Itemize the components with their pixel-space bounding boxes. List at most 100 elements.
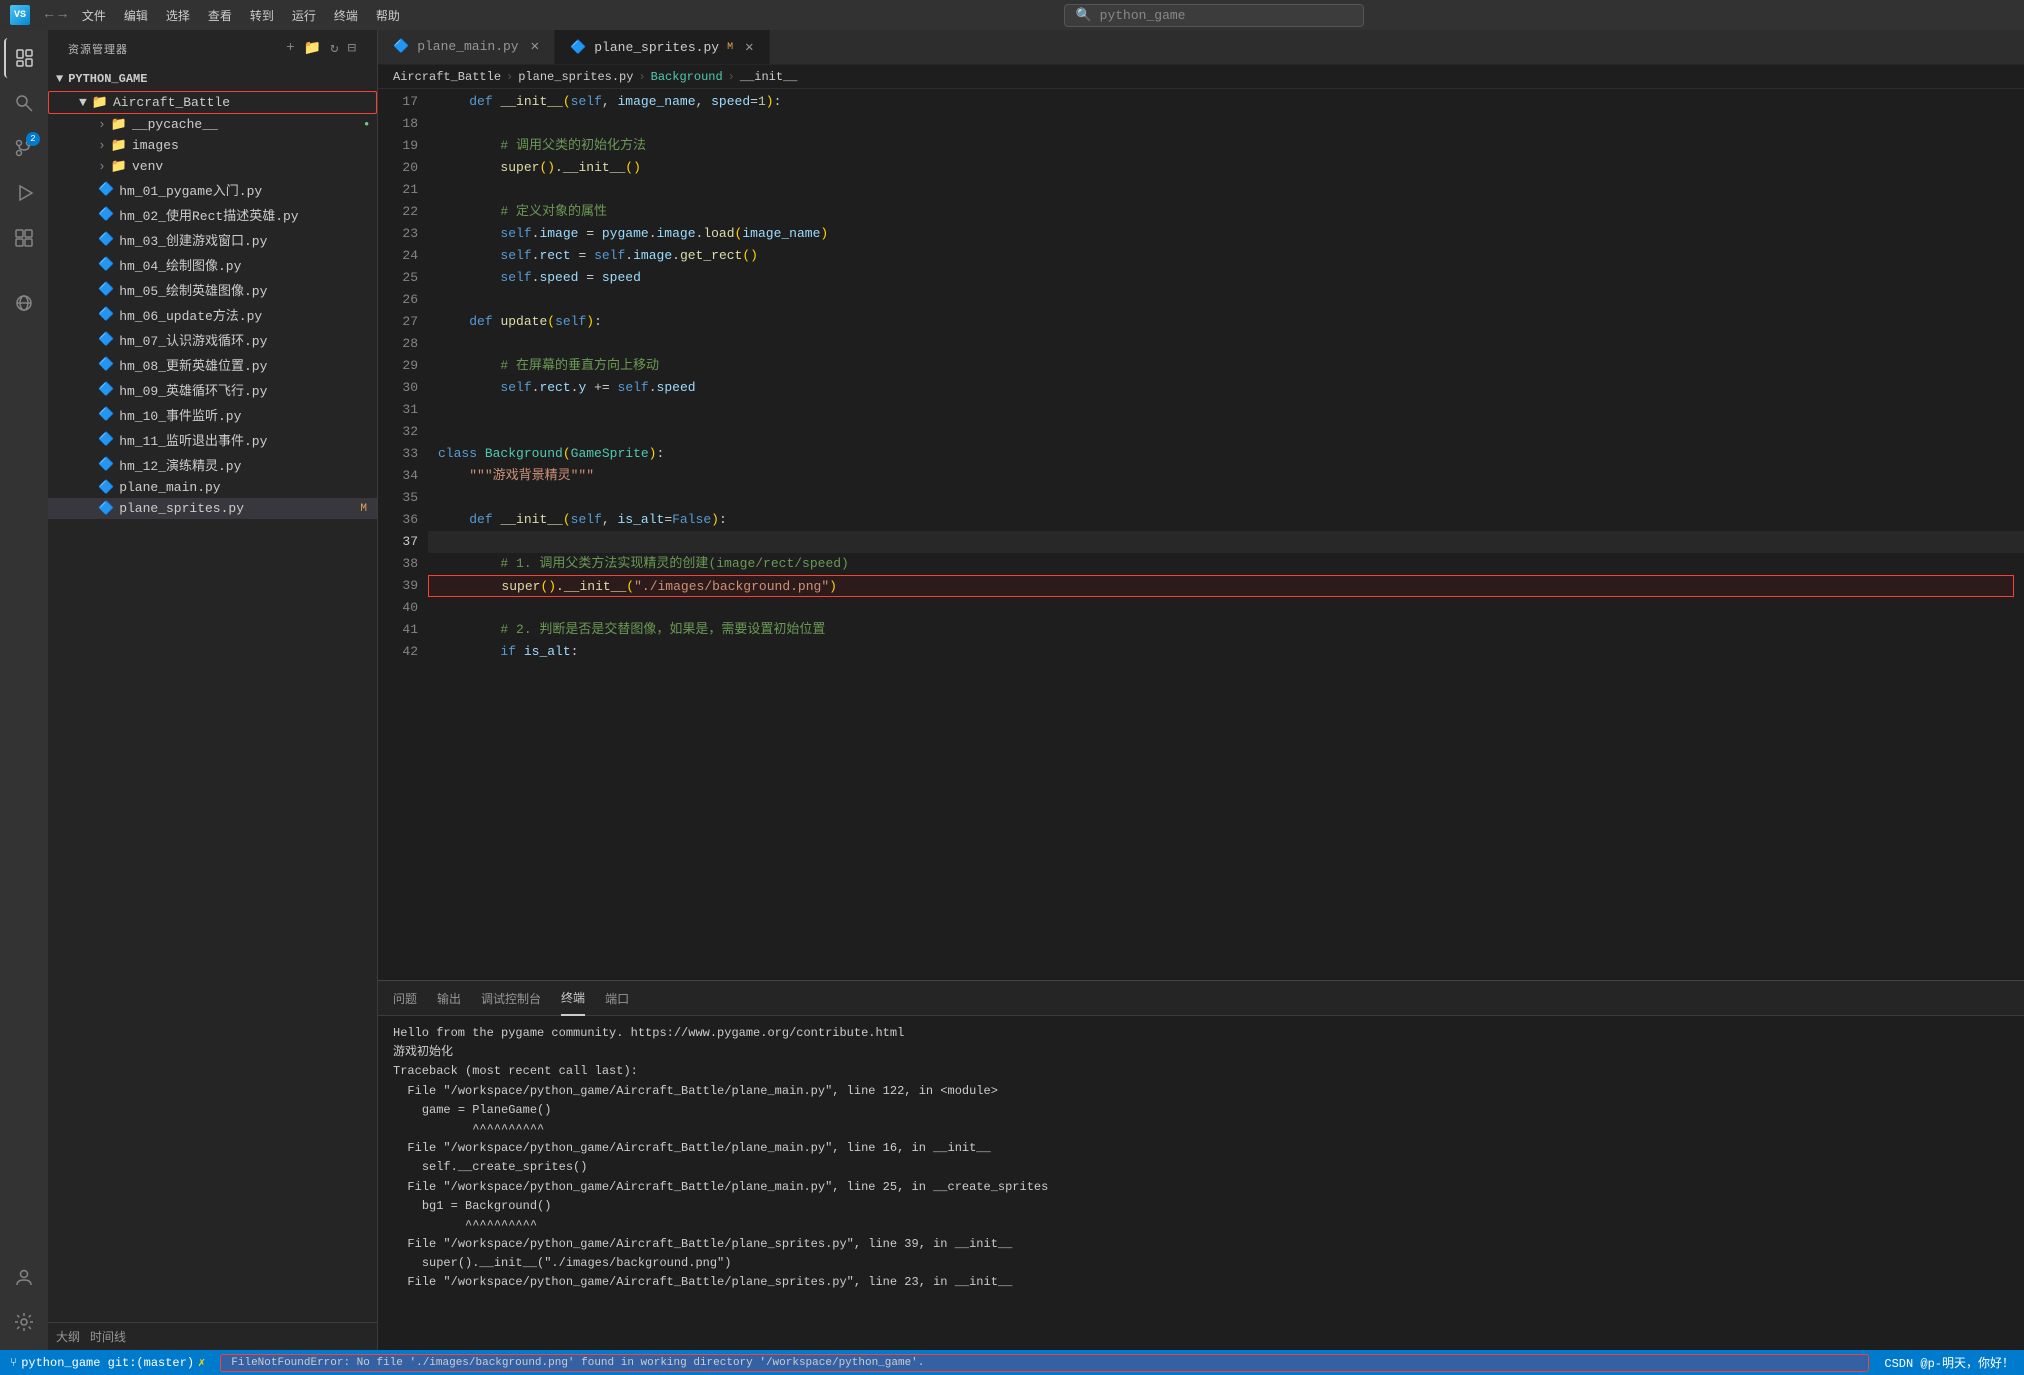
tree-folder-images[interactable]: › 📁 images (48, 135, 377, 156)
tab-plane-sprites[interactable]: 🔷 plane_sprites.py M ✕ (555, 30, 769, 64)
ln-21: 21 (378, 179, 418, 201)
menu-goto[interactable]: 转到 (250, 7, 274, 24)
panel-tab-terminal[interactable]: 终端 (561, 981, 585, 1016)
menu-run[interactable]: 运行 (292, 7, 316, 24)
tree-file-hm10[interactable]: 🔷 hm_10_事件监听.py (48, 402, 377, 427)
csdn-label: CSDN @p-明天，你好！ (1884, 1354, 2014, 1371)
ln-37: 37 (378, 531, 418, 553)
code-editor[interactable]: 17 18 19 20 21 22 23 24 25 26 27 28 29 3… (378, 89, 2024, 980)
menu-edit[interactable]: 编辑 (124, 7, 148, 24)
terminal-line-0: Hello from the pygame community. https:/… (393, 1024, 2009, 1043)
tab-plane-main-close[interactable]: ✕ (531, 38, 539, 55)
python-icon-8: 🔷 (98, 357, 114, 372)
tree-file-hm08[interactable]: 🔷 hm_08_更新英雄位置.py (48, 352, 377, 377)
menu-help[interactable]: 帮助 (376, 7, 400, 24)
outline-link[interactable]: 大纲 (56, 1328, 80, 1345)
new-file-icon[interactable]: + (286, 40, 295, 57)
code-line-28 (428, 333, 2024, 355)
tree-file-hm01[interactable]: 🔷 hm_01_pygame入门.py (48, 177, 377, 202)
file-label-hm07: hm_07_认识游戏循环.py (119, 330, 267, 349)
tree-folder-venv[interactable]: › 📁 venv (48, 156, 377, 177)
code-line-40 (428, 597, 2024, 619)
tree-file-hm05[interactable]: 🔷 hm_05_绘制英雄图像.py (48, 277, 377, 302)
ln-30: 30 (378, 377, 418, 399)
tree-file-hm07[interactable]: 🔷 hm_07_认识游戏循环.py (48, 327, 377, 352)
terminal-content[interactable]: Hello from the pygame community. https:/… (378, 1016, 2024, 1350)
tree-root-python-game[interactable]: ▼ PYTHON_GAME (48, 67, 377, 91)
tree-file-hm03[interactable]: 🔷 hm_03_创建游戏窗口.py (48, 227, 377, 252)
tree-file-plane-sprites[interactable]: 🔷 plane_sprites.py M (48, 498, 377, 519)
tree-file-hm09[interactable]: 🔷 hm_09_英雄循环飞行.py (48, 377, 377, 402)
tree-file-plane-main[interactable]: 🔷 plane_main.py (48, 477, 377, 498)
tree-folder-pycache[interactable]: › 📁 __pycache__ ● (48, 114, 377, 135)
tree-file-hm02[interactable]: 🔷 hm_02_使用Rect描述英雄.py (48, 202, 377, 227)
refresh-icon[interactable]: ↻ (330, 40, 339, 57)
timeline-link[interactable]: 时间线 (90, 1328, 126, 1345)
activity-source-control[interactable]: 2 (4, 128, 44, 168)
line-numbers: 17 18 19 20 21 22 23 24 25 26 27 28 29 3… (378, 89, 428, 980)
activity-debug[interactable] (4, 173, 44, 213)
tree-file-hm06[interactable]: 🔷 hm_06_update方法.py (48, 302, 377, 327)
file-label-hm06: hm_06_update方法.py (119, 305, 262, 324)
python-icon-1: 🔷 (98, 182, 114, 197)
tree-folder-aircraft-battle[interactable]: ▼ 📁 Aircraft_Battle (48, 91, 377, 114)
breadcrumb-item-2[interactable]: Background (651, 70, 723, 84)
terminal-line-4: game = PlaneGame() (393, 1101, 2009, 1120)
panel-tab-ports[interactable]: 端口 (605, 982, 629, 1015)
activity-accounts[interactable] (4, 1257, 44, 1297)
ln-18: 18 (378, 113, 418, 135)
folder-icon3: 📁 (111, 138, 127, 153)
code-line-22: # 定义对象的属性 (428, 201, 2024, 223)
folder-icon: 📁 (92, 95, 108, 110)
tab-plane-main[interactable]: 🔷 plane_main.py ✕ (378, 30, 555, 64)
file-modified-badge: M (360, 503, 367, 515)
folder-label3: images (132, 138, 179, 153)
activity-extensions[interactable] (4, 218, 44, 258)
ln-19: 19 (378, 135, 418, 157)
menu-terminal[interactable]: 终端 (334, 7, 358, 24)
tree-file-hm12[interactable]: 🔷 hm_12_演练精灵.py (48, 452, 377, 477)
code-line-36: def __init__(self, is_alt=False): (428, 509, 2024, 531)
code-line-27: def update(self): (428, 311, 2024, 333)
activity-remote[interactable] (4, 283, 44, 323)
activity-explorer[interactable] (4, 38, 44, 78)
statusbar-error-indicator[interactable]: FileNotFoundError: No file './images/bac… (220, 1354, 1869, 1372)
activity-settings[interactable] (4, 1302, 44, 1342)
terminal-line-11: File "/workspace/python_game/Aircraft_Ba… (393, 1235, 2009, 1254)
panel-tab-problems[interactable]: 问题 (393, 982, 417, 1015)
search-bar[interactable]: 🔍 python_game (1064, 4, 1364, 27)
terminal-line-1: 游戏初始化 (393, 1043, 2009, 1062)
terminal-line-7: self.__create_sprites() (393, 1158, 2009, 1177)
breadcrumb-item-1[interactable]: plane_sprites.py (518, 70, 633, 84)
python-icon-3: 🔷 (98, 232, 114, 247)
breadcrumb-item-0[interactable]: Aircraft_Battle (393, 70, 501, 84)
panel-tab-debug[interactable]: 调试控制台 (481, 982, 541, 1015)
code-line-39: super().__init__("./images/background.pn… (428, 575, 2014, 597)
nav-forward[interactable]: → (58, 7, 66, 23)
ln-38: 38 (378, 553, 418, 575)
python-icon-11: 🔷 (98, 432, 114, 447)
activity-search[interactable] (4, 83, 44, 123)
ln-20: 20 (378, 157, 418, 179)
menu-file[interactable]: 文件 (82, 7, 106, 24)
menu-select[interactable]: 选择 (166, 7, 190, 24)
new-folder-icon[interactable]: 📁 (304, 40, 322, 57)
nav-back[interactable]: ← (45, 7, 53, 23)
tab-plane-sprites-close[interactable]: ✕ (745, 39, 753, 56)
menu-view[interactable]: 查看 (208, 7, 232, 24)
code-line-38: # 1. 调用父类方法实现精灵的创建(image/rect/speed) (428, 553, 2024, 575)
git-x-label: ✗ (198, 1355, 205, 1370)
statusbar-git[interactable]: ⑂ python_game git:(master) ✗ (10, 1355, 205, 1370)
code-content[interactable]: def __init__(self, image_name, speed=1):… (428, 89, 2024, 980)
tree-file-hm04[interactable]: 🔷 hm_04_绘制图像.py (48, 252, 377, 277)
panel-tab-output[interactable]: 输出 (437, 982, 461, 1015)
folder-arrow-icon3: › (98, 138, 106, 153)
source-control-badge: 2 (26, 132, 40, 146)
ln-29: 29 (378, 355, 418, 377)
tree-file-hm11[interactable]: 🔷 hm_11_监听退出事件.py (48, 427, 377, 452)
sidebar-actions: + 📁 ↻ ⊟ (286, 40, 357, 57)
collapse-icon[interactable]: ⊟ (348, 40, 357, 57)
breadcrumb-item-3[interactable]: __init__ (740, 70, 798, 84)
statusbar-csdn[interactable]: CSDN @p-明天，你好！ (1884, 1354, 2014, 1371)
code-line-29: # 在屏幕的垂直方向上移动 (428, 355, 2024, 377)
